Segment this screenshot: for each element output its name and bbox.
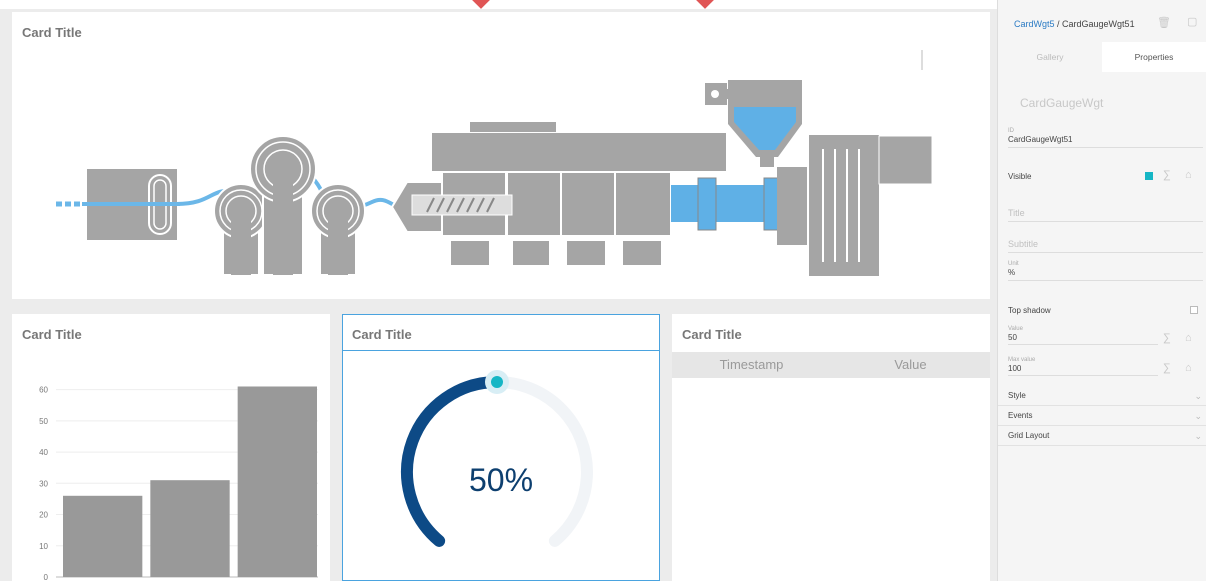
chevron-down-icon: ⌄ xyxy=(1194,411,1202,421)
bar-chart-card[interactable]: Card Title 0102030405060Label 1Label 2La… xyxy=(12,314,330,581)
visible-label: Visible xyxy=(1008,172,1032,181)
value-field[interactable]: Value 50 xyxy=(1008,326,1158,345)
column-header-timestamp[interactable]: Timestamp xyxy=(672,352,831,378)
sigma-icon[interactable]: ∑ xyxy=(1163,362,1171,374)
id-field[interactable]: ID CardGaugeWgt51 xyxy=(1008,128,1203,148)
id-value: CardGaugeWgt51 xyxy=(1008,135,1073,144)
bar[interactable] xyxy=(150,480,230,577)
tag-icon[interactable]: ⌂ xyxy=(1185,332,1192,344)
tag-icon[interactable]: ⌂ xyxy=(1185,362,1192,374)
process-card[interactable]: Card Title xyxy=(12,12,990,299)
section-grid-layout[interactable]: Grid Layout ⌄ xyxy=(998,426,1206,446)
chevron-down-icon: ⌄ xyxy=(1194,431,1202,441)
bar-chart: 0102030405060Label 1Label 2Label 3 xyxy=(39,386,318,581)
table-header: Timestamp Value xyxy=(672,352,990,378)
breadcrumb-parent-link[interactable]: CardWgt5 xyxy=(1014,19,1055,29)
gauge xyxy=(401,370,593,547)
title-field[interactable]: Title xyxy=(1008,208,1203,222)
panel-tabs: Gallery Properties xyxy=(998,42,1206,72)
y-tick-label: 50 xyxy=(39,417,48,426)
max-value-field[interactable]: Max value 100 xyxy=(1008,357,1158,376)
widget-type-name: CardGaugeWgt xyxy=(1020,96,1104,110)
unit-field[interactable]: Unit % xyxy=(1008,261,1203,281)
trash-icon[interactable]: 🗑 xyxy=(1157,16,1171,29)
gauge-card[interactable]: Card Title 50% xyxy=(342,314,660,581)
gauge-value-text: 50% xyxy=(468,462,534,498)
tag-icon[interactable]: ⌂ xyxy=(1185,169,1192,181)
y-tick-label: 0 xyxy=(44,573,49,581)
comment-icon[interactable]: ▢ xyxy=(1187,15,1197,28)
breadcrumb-current: CardGaugeWgt51 xyxy=(1062,19,1135,29)
bar[interactable] xyxy=(63,495,143,577)
table-card[interactable]: Card Title Timestamp Value xyxy=(672,314,990,581)
subtitle-field[interactable]: Subtitle xyxy=(1008,239,1203,253)
y-tick-label: 10 xyxy=(39,542,48,551)
bar[interactable] xyxy=(237,386,317,577)
sigma-icon[interactable]: ∑ xyxy=(1163,332,1171,344)
properties-panel: CardWgt5 / CardGaugeWgt51 🗑 ▢ Gallery Pr… xyxy=(997,0,1206,581)
top-shadow-label: Top shadow xyxy=(1008,306,1051,315)
extruder-diagram xyxy=(56,50,933,276)
y-tick-label: 20 xyxy=(39,511,48,520)
hint-marker-icon xyxy=(695,0,715,9)
tab-gallery[interactable]: Gallery xyxy=(998,42,1102,72)
top-shadow-checkbox[interactable] xyxy=(1190,306,1198,314)
column-header-value[interactable]: Value xyxy=(831,352,990,378)
breadcrumb: CardWgt5 / CardGaugeWgt51 xyxy=(1014,19,1135,29)
top-shadow-row: Top shadow xyxy=(1008,306,1203,315)
hint-marker-icon xyxy=(471,0,491,9)
gauge-knob xyxy=(491,376,503,388)
chevron-down-icon: ⌄ xyxy=(1194,391,1202,401)
y-tick-label: 60 xyxy=(39,386,48,395)
y-tick-label: 30 xyxy=(39,479,48,488)
y-tick-label: 40 xyxy=(39,448,48,457)
visible-row: Visible ∑ ⌂ xyxy=(1008,169,1203,181)
tab-properties[interactable]: Properties xyxy=(1102,42,1206,72)
card-title: Card Title xyxy=(682,327,742,342)
sigma-icon[interactable]: ∑ xyxy=(1163,169,1171,181)
section-events[interactable]: Events ⌄ xyxy=(998,406,1206,426)
section-style[interactable]: Style ⌄ xyxy=(998,386,1206,406)
visible-checkbox[interactable] xyxy=(1145,172,1153,180)
top-hint-strip xyxy=(0,0,997,9)
